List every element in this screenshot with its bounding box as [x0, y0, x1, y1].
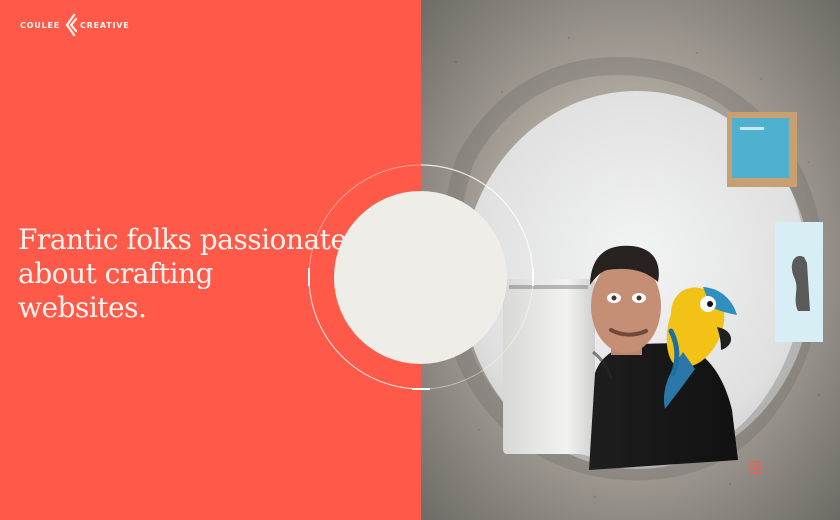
menu-dot: [756, 471, 758, 474]
menu-dot: [749, 461, 751, 463]
menu-dot: [756, 468, 758, 470]
right-pupil: [636, 295, 642, 301]
main-menu-button[interactable]: [334, 191, 762, 474]
menu-dot: [759, 464, 762, 467]
double-chevron-left-icon: [65, 13, 77, 37]
brand-logo-left-text: COULEE: [20, 20, 60, 30]
menu-dot: [759, 461, 762, 463]
wall-picture-detail: [740, 127, 764, 130]
menu-dot: [752, 468, 755, 470]
left-pupil: [611, 295, 617, 301]
menu-dot: [759, 468, 762, 470]
menu-dot: [752, 471, 755, 474]
menu-dot: [749, 471, 751, 474]
menu-dot: [749, 468, 751, 470]
brand-logo-right-text: CREATIVE: [80, 20, 130, 30]
hero-headline: Frantic folks passionate about crafting …: [18, 223, 347, 324]
computer-monitor: [503, 279, 595, 454]
brand-logo[interactable]: COULEE CREATIVE: [20, 13, 130, 37]
coulee-creative-homepage: COULEE CREATIVE Frantic folks passionate…: [0, 0, 840, 520]
menu-dot: [752, 461, 755, 463]
monitor-edge: [509, 285, 588, 289]
menu-dot: [756, 464, 758, 467]
grid-dots-icon: [749, 461, 762, 474]
menu-dot: [749, 464, 751, 467]
menu-dot: [752, 464, 755, 467]
menu-dot: [759, 471, 762, 474]
menu-dot: [756, 461, 758, 463]
